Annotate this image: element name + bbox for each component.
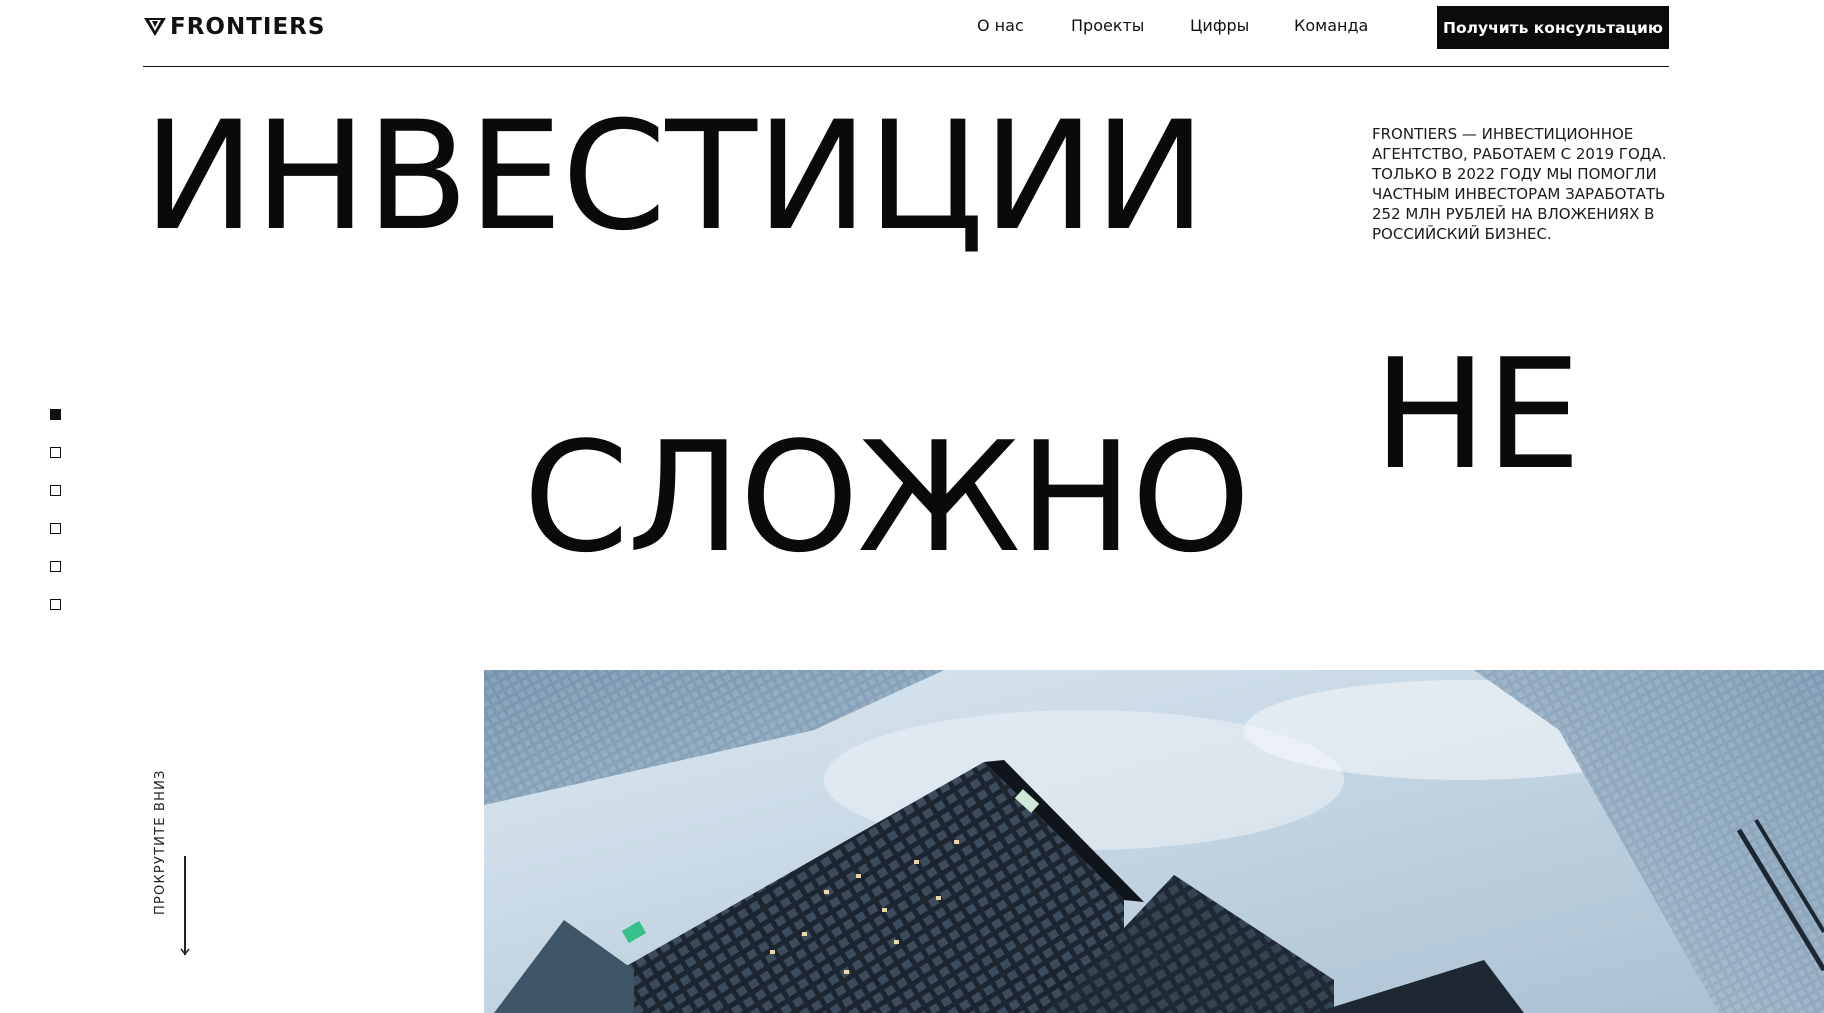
slider-dot-5[interactable] <box>50 561 61 572</box>
nav-item-about[interactable]: О нас <box>977 16 1024 35</box>
slider-dot-1[interactable] <box>50 409 61 420</box>
slider-pagination <box>50 409 62 637</box>
hero-word-not: НЕ <box>1373 326 1581 503</box>
landing-page: FRONTIERS О нас Проекты Цифры Команда По… <box>0 0 1824 1013</box>
skyscrapers-image <box>484 670 1824 1013</box>
site-header: FRONTIERS О нас Проекты Цифры Команда По… <box>143 0 1669 67</box>
slider-dot-6[interactable] <box>50 599 61 610</box>
hero-word-investments: ИНВЕСТИЦИИ <box>143 90 1206 264</box>
intro-text: FRONTIERS — инвестиционное агентство, ра… <box>1372 125 1667 243</box>
slider-dot-2[interactable] <box>50 447 61 458</box>
nav-item-team[interactable]: Команда <box>1294 16 1368 35</box>
arrow-down-icon <box>180 948 190 956</box>
nav-item-numbers[interactable]: Цифры <box>1190 16 1249 35</box>
nav-item-projects[interactable]: Проекты <box>1071 16 1144 35</box>
consultation-button[interactable]: Получить консультацию <box>1437 6 1669 49</box>
slider-dot-3[interactable] <box>50 485 61 496</box>
scroll-hint-label: ПРОКРУТИТЕ ВНИЗ <box>153 769 168 915</box>
scroll-hint-line <box>184 856 186 955</box>
slider-dot-4[interactable] <box>50 523 61 534</box>
hero-photo-skyscrapers <box>484 670 1824 1013</box>
hero-word-difficult: СЛОЖНО <box>523 409 1251 586</box>
